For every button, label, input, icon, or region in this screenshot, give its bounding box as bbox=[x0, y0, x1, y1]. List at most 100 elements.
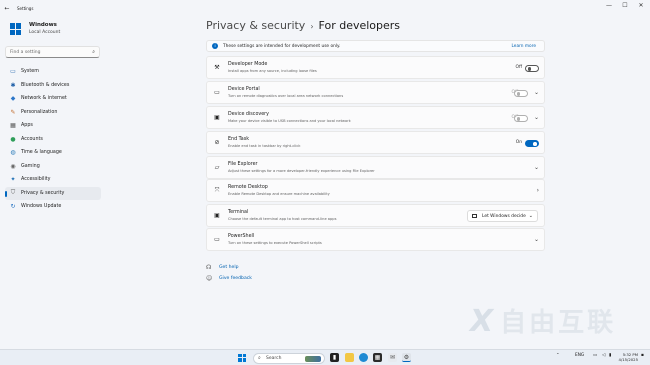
sidebar-item-accessibility[interactable]: ✦ Accessibility bbox=[5, 173, 101, 187]
help-icon: ☊ bbox=[206, 264, 212, 271]
account-type: Local Account bbox=[29, 30, 61, 35]
discovery-icon: ▣ bbox=[214, 114, 220, 121]
task-view-icon[interactable]: ▮ bbox=[330, 353, 339, 362]
accessibility-icon: ✦ bbox=[10, 176, 16, 184]
get-help-label: Get help bbox=[219, 265, 239, 270]
sidebar-item-label: Privacy & security bbox=[21, 190, 65, 196]
network-icon[interactable]: ▭ bbox=[593, 353, 597, 358]
back-arrow-icon[interactable]: ← bbox=[2, 5, 12, 12]
breadcrumb: Privacy & security › For developers bbox=[206, 19, 400, 32]
windows-logo-avatar bbox=[10, 23, 22, 35]
remote-desktop-title: Remote Desktop bbox=[228, 185, 268, 190]
start-button[interactable] bbox=[238, 353, 246, 362]
taskbar-search[interactable]: ⌕ Search bbox=[253, 352, 325, 364]
sidebar-item-gaming[interactable]: ◉ Gaming bbox=[5, 160, 101, 174]
chevron-down-icon[interactable]: ⌄ bbox=[534, 114, 539, 122]
settings-gear-icon[interactable]: ⚙ bbox=[402, 353, 411, 362]
device-discovery-toggle[interactable] bbox=[514, 115, 528, 122]
folder-icon: ▱ bbox=[214, 164, 220, 171]
sidebar-item-personalization[interactable]: ✎ Personalization bbox=[5, 106, 101, 120]
taskbar: ⌕ Search ▮ ▦ ✉ ⚙ ⌃ ENG ▭ ◁ ▮ 5:32 PM 4/1… bbox=[0, 349, 650, 365]
end-task-description: Enable end task in taskbar by right-clic… bbox=[228, 144, 301, 148]
sidebar-item-accounts[interactable]: ● Accounts bbox=[5, 133, 101, 147]
update-icon: ↻ bbox=[10, 203, 16, 211]
window-title: Settings bbox=[17, 5, 34, 11]
store-icon[interactable]: ▦ bbox=[373, 353, 382, 362]
help-links: ☊ Get help ☺ Give feedback bbox=[206, 262, 252, 284]
end-task-toggle[interactable] bbox=[525, 140, 539, 147]
terminal-icon: ▣ bbox=[214, 212, 220, 219]
developer-mode-card[interactable]: ⚒ Developer Mode Install apps from any sou… bbox=[206, 56, 545, 79]
file-explorer-icon[interactable] bbox=[345, 353, 354, 362]
apps-icon: ▦ bbox=[10, 122, 16, 130]
sidebar-item-apps[interactable]: ▦ Apps bbox=[5, 119, 101, 133]
sidebar-item-privacy-security[interactable]: ⛉ Privacy & security bbox=[5, 186, 101, 200]
volume-icon[interactable]: ◁ bbox=[602, 353, 605, 358]
minimize-button[interactable]: — bbox=[601, 0, 617, 12]
search-placeholder: Find a setting bbox=[10, 49, 41, 55]
sidebar-item-windows-update[interactable]: ↻ Windows Update bbox=[5, 200, 101, 214]
chevron-down-icon[interactable]: ⌄ bbox=[534, 89, 539, 97]
device-discovery-card[interactable]: ▣ Device discovery Make your device visibl… bbox=[206, 106, 545, 129]
get-help-link[interactable]: ☊ Get help bbox=[206, 262, 252, 273]
terminal-select[interactable]: Let Windows decide ⌄ bbox=[467, 210, 538, 222]
file-explorer-card[interactable]: ▱ File Explorer Adjust these settings for … bbox=[206, 156, 545, 179]
file-explorer-title: File Explorer bbox=[228, 162, 258, 167]
end-task-card[interactable]: ⊘ End Task Enable end task in taskbar by r… bbox=[206, 131, 545, 154]
powershell-card[interactable]: ▭ PowerShell Turn on these settings to exe… bbox=[206, 228, 545, 251]
device-portal-description: Turn on remote diagnostics over local ar… bbox=[228, 94, 344, 98]
bluetooth-icon: ✱ bbox=[10, 81, 16, 89]
clock[interactable]: 5:32 PM 4/15/2025 bbox=[616, 352, 638, 362]
maximize-button[interactable]: ☐ bbox=[617, 0, 633, 12]
sidebar-item-system[interactable]: ▭ System bbox=[5, 65, 101, 79]
battery-icon[interactable]: ▮ bbox=[609, 353, 611, 358]
terminal-card[interactable]: ▣ Terminal Choose the default terminal app… bbox=[206, 204, 545, 227]
sidebar-nav: ▭ System ✱ Bluetooth & devices ◆ Network & in… bbox=[5, 65, 101, 214]
tray-chevron-icon[interactable]: ⌃ bbox=[556, 353, 560, 358]
tools-icon: ⚒ bbox=[214, 64, 220, 71]
device-portal-title: Device Portal bbox=[228, 87, 260, 92]
sidebar-item-label: System bbox=[21, 69, 39, 75]
terminal-description: Choose the default terminal app to host … bbox=[228, 217, 337, 221]
powershell-icon: ▭ bbox=[214, 236, 220, 243]
notifications-icon[interactable]: ▪ bbox=[641, 353, 644, 358]
remote-desktop-card[interactable]: ⤧ Remote Desktop Enable Remote Desktop and… bbox=[206, 179, 545, 202]
info-banner: i These settings are intended for develo… bbox=[206, 40, 545, 52]
sidebar-item-label: Windows Update bbox=[21, 204, 62, 210]
find-setting-input[interactable]: Find a setting ⌕ bbox=[5, 46, 100, 58]
device-discovery-title: Device discovery bbox=[228, 112, 269, 117]
close-button[interactable]: ✕ bbox=[633, 0, 649, 12]
chevron-down-icon[interactable]: ⌄ bbox=[534, 164, 539, 172]
developer-mode-toggle[interactable] bbox=[525, 65, 539, 72]
learn-more-link[interactable]: Learn more bbox=[511, 44, 536, 49]
give-feedback-link[interactable]: ☺ Give feedback bbox=[206, 273, 252, 284]
breadcrumb-parent[interactable]: Privacy & security bbox=[206, 19, 305, 32]
page-title: For developers bbox=[318, 19, 401, 32]
device-portal-card[interactable]: ▭ Device Portal Turn on remote diagnostics… bbox=[206, 81, 545, 104]
info-text: These settings are intended for developm… bbox=[223, 43, 341, 49]
user-profile[interactable]: Windows Local Account bbox=[10, 22, 60, 36]
mail-icon[interactable]: ✉ bbox=[388, 353, 397, 362]
chevron-down-icon[interactable]: ⌄ bbox=[534, 236, 539, 244]
search-icon: ⌕ bbox=[258, 355, 261, 361]
language-indicator[interactable]: ENG bbox=[575, 353, 584, 358]
edge-icon[interactable] bbox=[359, 353, 368, 362]
sidebar-item-label: Apps bbox=[21, 123, 33, 129]
file-explorer-description: Adjust these settings for a more develop… bbox=[228, 169, 375, 173]
powershell-title: PowerShell bbox=[228, 234, 255, 239]
sidebar-item-time-language[interactable]: ◍ Time & language bbox=[5, 146, 101, 160]
taskbar-search-label: Search bbox=[266, 355, 282, 361]
sidebar-item-label: Accessibility bbox=[21, 177, 51, 183]
search-icon[interactable]: ⌕ bbox=[92, 49, 95, 55]
wifi-icon: ◆ bbox=[10, 95, 16, 103]
powershell-description: Turn on these settings to execute PowerS… bbox=[228, 241, 322, 245]
settings-window: ← Settings — ☐ ✕ Windows Local Account F… bbox=[0, 0, 650, 349]
sidebar-item-bluetooth-devices[interactable]: ✱ Bluetooth & devices bbox=[5, 79, 101, 93]
chevron-right-icon[interactable]: › bbox=[537, 187, 539, 195]
sidebar-item-label: Bluetooth & devices bbox=[21, 82, 70, 88]
sidebar-item-network-internet[interactable]: ◆ Network & internet bbox=[5, 92, 101, 106]
end-task-icon: ⊘ bbox=[214, 139, 220, 146]
shield-icon: ⛉ bbox=[10, 189, 16, 197]
terminal-title: Terminal bbox=[228, 210, 249, 215]
device-portal-toggle[interactable] bbox=[514, 90, 528, 97]
